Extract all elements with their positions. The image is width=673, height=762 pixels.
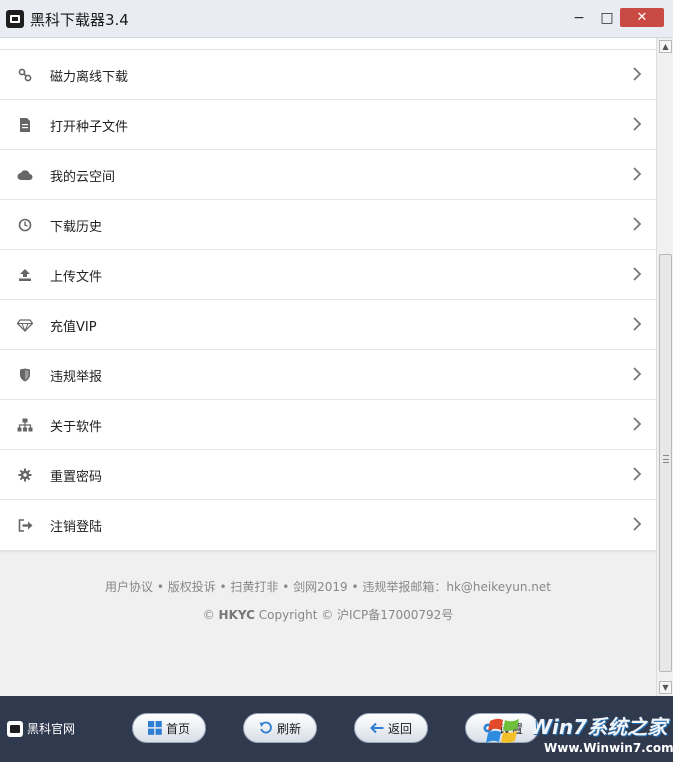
scrollbar-thumb[interactable] (659, 254, 672, 672)
menu-item-recharge-vip[interactable]: 充值VIP (0, 300, 656, 350)
magnet-link-icon (17, 67, 33, 83)
watermark: Win7系统之家 Www.Winwin7.com (484, 707, 673, 762)
gear-icon (17, 467, 33, 483)
chevron-right-icon (632, 66, 642, 82)
footer-copyright: © HKYC Copyright © 沪ICP备17000792号 (0, 606, 656, 623)
close-button[interactable]: ✕ (620, 8, 664, 27)
sitemap-icon (17, 417, 33, 433)
official-site-label: 黑科官网 (27, 722, 76, 736)
chevron-right-icon (632, 216, 642, 232)
menu-item-cloud-space[interactable]: 我的云空间 (0, 150, 656, 200)
menu-item-label: 重置密码 (50, 470, 103, 485)
refresh-icon (259, 721, 273, 735)
home-button-label: 首页 (165, 721, 190, 736)
chevron-right-icon (632, 266, 642, 282)
upload-icon (17, 267, 33, 283)
menu-item-label: 我的云空间 (50, 170, 116, 185)
back-button-label: 返回 (387, 721, 412, 736)
scroll-up-button[interactable]: ▲ (659, 40, 672, 53)
menu-item-label: 关于软件 (50, 420, 103, 435)
diamond-icon (17, 317, 33, 333)
vertical-scrollbar[interactable]: ▲ ▼ (656, 38, 673, 696)
chevron-right-icon (632, 116, 642, 132)
menu-item-label: 充值VIP (50, 320, 97, 335)
file-icon (17, 117, 33, 133)
app-logo-icon (7, 720, 23, 737)
cloud-icon (17, 167, 33, 183)
scrollbar-grip-icon (663, 455, 669, 463)
footer-links[interactable]: 用户协议 • 版权投诉 • 扫黄打非 • 剑网2019 • 违规举报邮箱：hk@… (0, 578, 656, 595)
menu-item-magnet-download[interactable]: 磁力离线下载 (0, 50, 656, 100)
home-button[interactable]: 首页 (132, 713, 206, 743)
maximize-button[interactable]: □ (598, 9, 616, 27)
menu-item-download-history[interactable]: 下载历史 (0, 200, 656, 250)
sign-out-icon (17, 517, 33, 533)
chevron-right-icon (632, 366, 642, 382)
menu-item-upload-file[interactable]: 上传文件 (0, 250, 656, 300)
arrow-left-icon (370, 721, 384, 735)
menu-item-logout[interactable]: 注销登陆 (0, 500, 656, 550)
minimize-button[interactable]: − (570, 9, 588, 27)
menu-item-label: 违规举报 (50, 370, 103, 385)
menu-item-about-software[interactable]: 关于软件 (0, 400, 656, 450)
menu-item-label: 磁力离线下载 (50, 70, 129, 85)
content-area: 磁力离线下载 打开种子文件 我的云空间 下载历史 上传文件 充值VIP 违规举报… (0, 38, 656, 696)
watermark-title: Win7系统之家 (530, 715, 668, 739)
menu-item-reset-password[interactable]: 重置密码 (0, 450, 656, 500)
copyright-text: Copyright © 沪ICP备17000792号 (258, 608, 454, 622)
menu-list: 磁力离线下载 打开种子文件 我的云空间 下载历史 上传文件 充值VIP 违规举报… (0, 50, 656, 550)
menu-top-strip (0, 38, 656, 50)
copyright-symbol: © (202, 608, 215, 622)
chevron-right-icon (632, 316, 642, 332)
app-logo-icon (6, 10, 24, 28)
chevron-right-icon (632, 516, 642, 532)
clock-icon (17, 217, 33, 233)
refresh-button-label: 刷新 (276, 721, 301, 736)
menu-item-label: 下载历史 (50, 220, 103, 235)
menu-item-label: 上传文件 (50, 270, 103, 285)
chevron-right-icon (632, 166, 642, 182)
refresh-button[interactable]: 刷新 (243, 713, 317, 743)
watermark-url: Www.Winwin7.com (544, 741, 673, 755)
scroll-down-button[interactable]: ▼ (659, 681, 672, 694)
back-button[interactable]: 返回 (354, 713, 428, 743)
shield-icon (17, 367, 33, 383)
menu-item-report-violation[interactable]: 违规举报 (0, 350, 656, 400)
chevron-right-icon (632, 466, 642, 482)
windows-grid-icon (147, 721, 162, 735)
title-bar: 黑科下载器3.4 − □ ✕ (0, 0, 673, 38)
official-site-link[interactable]: 黑科官网 (7, 720, 75, 737)
windows-flag-logo-icon (484, 711, 524, 751)
copyright-brand: HKYC (218, 608, 255, 622)
chevron-right-icon (632, 416, 642, 432)
window-title: 黑科下载器3.4 (30, 11, 129, 29)
menu-item-label: 注销登陆 (50, 520, 103, 535)
menu-item-label: 打开种子文件 (50, 120, 129, 135)
menu-item-open-torrent[interactable]: 打开种子文件 (0, 100, 656, 150)
